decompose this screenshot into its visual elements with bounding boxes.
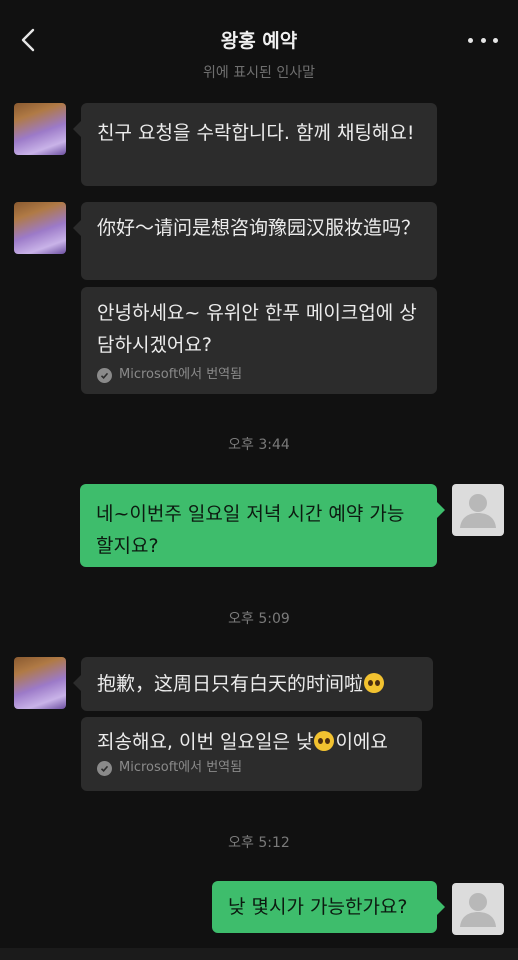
message-text: 친구 요청을 수락합니다. 함께 채팅해요! — [97, 122, 415, 144]
translation-bubble[interactable]: 죄송해요, 이번 일요일은 낮 이에요 Microsoft에서 번역됨 — [81, 717, 422, 791]
greeting-hint-text: 위에 표시된 인사말 — [203, 65, 315, 80]
translation-note: Microsoft에서 번역됨 — [97, 367, 421, 383]
message-text: 抱歉，这周日只有白天的时间啦 — [97, 673, 364, 695]
message-text: 你好～请问是想咨询豫园汉服妆造吗？ — [97, 217, 421, 239]
more-dots-icon — [468, 37, 473, 43]
message-bubble-incoming[interactable]: 친구 요청을 수락합니다. 함께 채팅해요! — [73, 103, 437, 186]
translated-text: 안녕하세요~ 유위안 한푸 메이크업에 상담하시겠어요? — [97, 302, 417, 356]
check-circle-icon — [97, 760, 112, 776]
pleading-face-icon — [314, 731, 335, 751]
message-bubble-outgoing[interactable]: 낮 몇시가 가능한가요? — [212, 881, 445, 933]
contact-avatar[interactable] — [14, 202, 66, 254]
pleading-face-icon — [364, 673, 385, 693]
more-options-button[interactable] — [468, 30, 498, 50]
translated-text-tail: 이에요 — [335, 731, 388, 753]
chat-header: 왕홍 예약 — [0, 0, 518, 70]
chat-title: 왕홍 예약 — [220, 30, 298, 52]
timestamp: 오후 3:44 — [228, 437, 290, 453]
default-user-icon — [460, 893, 496, 927]
timestamp: 오후 5:09 — [228, 611, 290, 627]
translation-source: Microsoft에서 번역됨 — [119, 367, 243, 382]
contact-avatar[interactable] — [14, 103, 66, 155]
message-text: 네~이번주 일요일 저녁 시간 예약 가능할지요? — [96, 503, 405, 557]
translation-note: Microsoft에서 번역됨 — [97, 760, 406, 776]
translation-source: Microsoft에서 번역됨 — [119, 760, 243, 775]
translated-text: 죄송해요, 이번 일요일은 낮 — [97, 731, 314, 753]
contact-avatar[interactable] — [14, 657, 66, 709]
user-avatar[interactable] — [452, 883, 504, 935]
message-bubble-outgoing[interactable]: 네~이번주 일요일 저녁 시간 예약 가능할지요? — [80, 484, 445, 567]
translation-bubble[interactable]: 안녕하세요~ 유위안 한푸 메이크업에 상담하시겠어요? Microsoft에서… — [81, 287, 437, 394]
check-circle-icon — [97, 367, 112, 383]
user-avatar[interactable] — [452, 484, 504, 536]
message-bubble-incoming[interactable]: 抱歉，这周日只有白天的时间啦 — [73, 657, 433, 711]
default-user-icon — [460, 494, 496, 528]
timestamp: 오후 5:12 — [228, 835, 290, 851]
message-bubble-incoming[interactable]: 你好～请问是想咨询豫园汉服妆造吗？ — [73, 202, 437, 280]
input-bar-edge — [0, 948, 518, 960]
message-text: 낮 몇시가 가능한가요? — [228, 896, 408, 918]
